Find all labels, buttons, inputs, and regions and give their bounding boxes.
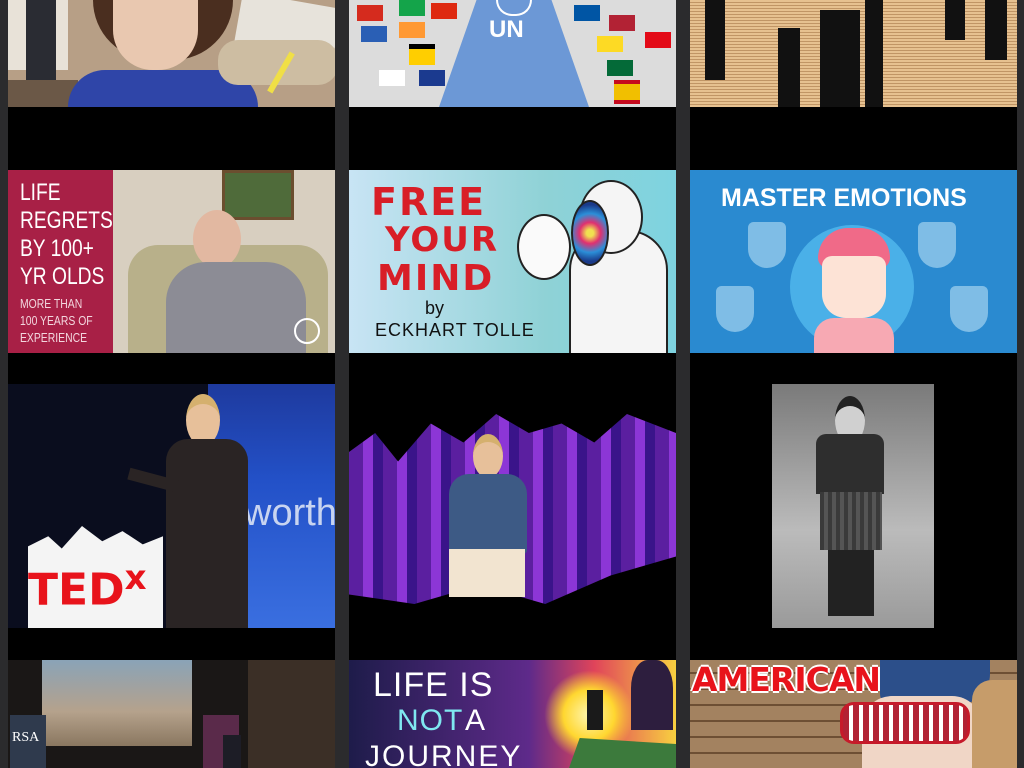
man-kilt <box>820 492 882 550</box>
child-face <box>113 0 198 70</box>
mind-by: by <box>425 298 445 318</box>
flag-spain <box>614 80 640 104</box>
projector-screen <box>42 660 192 746</box>
painting <box>222 170 294 220</box>
journey-line-2: NOT <box>397 704 464 737</box>
mask-icon-2 <box>918 222 956 268</box>
thumbnail-free-your-mind[interactable]: FREE YOUR MIND by ECKHART TOLLE <box>349 170 676 353</box>
speaker-body <box>166 439 248 628</box>
journey-line-3: A <box>465 704 486 737</box>
rsa-logo: RSA <box>12 730 40 745</box>
thumbnail-un-flags[interactable]: UN <box>349 0 676 107</box>
speaker-jacket <box>449 474 527 554</box>
regrets-line-1: LIFE <box>20 179 61 206</box>
flag-uk <box>419 70 445 86</box>
flag-india <box>399 22 425 38</box>
wood-panel <box>248 660 335 768</box>
regrets-line-4: YR OLDS <box>20 263 105 290</box>
ted-x-mark: x <box>124 558 147 598</box>
mind-line-3: MIND <box>377 258 495 299</box>
tedx-logo: TEDx <box>28 558 147 616</box>
thumbnail-american[interactable]: AMERICAN <box>690 660 1017 768</box>
tower-1 <box>705 0 725 80</box>
thumbnail-master-emotions[interactable]: MASTER EMOTIONS <box>690 170 1017 353</box>
flag-usa <box>609 15 635 31</box>
flag-japan <box>379 70 405 86</box>
mask-icon-3 <box>716 286 754 332</box>
flag-canada <box>357 5 383 21</box>
thumbnail-kilt-photo[interactable] <box>690 384 1017 628</box>
mind-author: ECKHART TOLLE <box>375 320 535 340</box>
regrets-sub-1: MORE THAN <box>20 296 83 311</box>
thumbnail-rsa-lecture[interactable]: RSA <box>8 660 335 768</box>
thumbnail-skyline-names[interactable] <box>690 0 1017 107</box>
mask <box>517 214 571 280</box>
thumbnail-ted-stage[interactable] <box>349 384 676 628</box>
ted-wordmark: TED <box>28 564 125 616</box>
regrets-sub-2: 100 YEARS OF <box>20 313 93 328</box>
flag-germany <box>409 44 435 65</box>
american-title: AMERICAN <box>692 660 881 699</box>
character-face <box>822 256 886 318</box>
regrets-line-2: REGRETS <box>20 207 113 234</box>
spiral-face-icon <box>571 200 609 266</box>
tower-5 <box>945 0 965 40</box>
hair <box>972 680 1017 768</box>
regrets-line-3: BY 100+ <box>20 235 94 262</box>
lecturer <box>223 735 241 768</box>
un-label: UN <box>489 16 524 43</box>
screen-text: worth <box>244 492 335 534</box>
flag-portugal <box>607 60 633 76</box>
thumbnail-tedx-talk[interactable]: worth TEDx <box>8 384 335 628</box>
old-man-head <box>193 210 241 268</box>
flag-france <box>574 5 600 21</box>
flag-belgium <box>597 36 623 52</box>
tower-6 <box>985 0 1007 60</box>
thumbnail-life-not-journey[interactable]: LIFE IS NOT A JOURNEY <box>349 660 676 768</box>
mask-icon-4 <box>950 286 988 332</box>
tower-4 <box>865 0 883 107</box>
person-standing <box>26 0 56 80</box>
flag-brazil <box>399 0 425 16</box>
flag-greece <box>361 26 387 42</box>
speaker-head <box>473 434 503 478</box>
mask-icon-1 <box>748 222 786 268</box>
mind-line-1: FREE <box>371 180 487 224</box>
mind-line-2: YOUR <box>385 220 500 260</box>
person-silhouette <box>587 690 603 730</box>
thumbnail-life-regrets[interactable]: LIFE REGRETS BY 100+ YR OLDS MORE THAN 1… <box>8 170 335 353</box>
man-legs <box>828 550 874 616</box>
character-shirt <box>814 318 894 353</box>
deer-logo-icon <box>294 318 320 344</box>
old-man-sweater <box>166 262 306 353</box>
journey-line-1: LIFE IS <box>373 666 494 704</box>
flag-turkey <box>645 32 671 48</box>
flag-china <box>431 3 457 19</box>
tower-3 <box>820 10 860 107</box>
journey-line-4: JOURNEY <box>365 740 523 768</box>
flag-sunglasses <box>840 702 970 744</box>
tree <box>631 660 673 730</box>
tower-2 <box>778 28 800 107</box>
man-jacket <box>816 434 884 494</box>
emotions-title: MASTER EMOTIONS <box>721 184 967 212</box>
speaker-skirt <box>449 549 525 597</box>
regrets-sub-3: EXPERIENCE <box>20 330 88 345</box>
cliff <box>569 738 676 768</box>
thumbnail-child-reading[interactable] <box>8 0 335 107</box>
